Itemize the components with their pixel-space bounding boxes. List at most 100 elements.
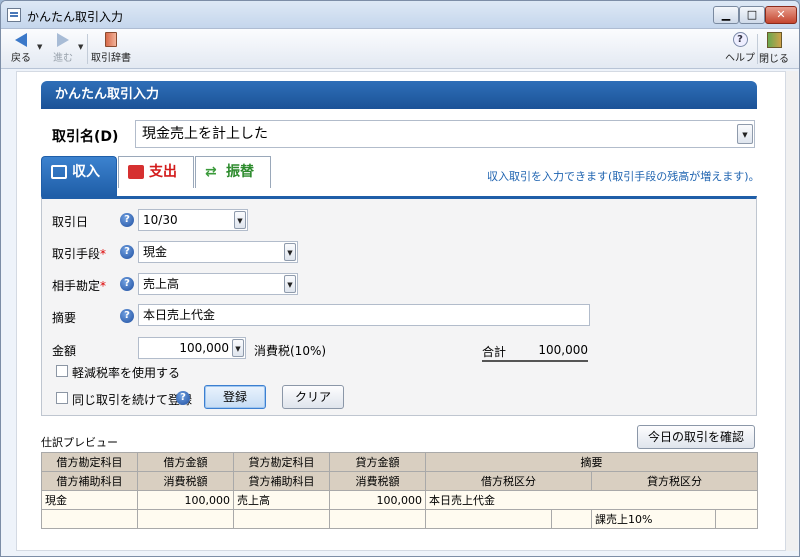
forward-button[interactable]: 進む (49, 32, 77, 64)
close-window-button[interactable]: ✕ (765, 6, 797, 24)
help-label: ヘルプ (725, 53, 755, 64)
total-value: 100,000 (538, 343, 588, 357)
transaction-name-label: 取引名(D) (52, 129, 119, 145)
help-button[interactable]: ? ヘルプ (725, 32, 755, 64)
expense-icon (128, 165, 144, 179)
tab-transfer-label: 振替 (226, 164, 254, 180)
tab-expense-label: 支出 (149, 164, 177, 180)
repeat-checkbox[interactable] (56, 392, 68, 404)
table-cell (137, 509, 234, 529)
main-content: かんたん取引入力 取引名(D) 現金売上を計上した ▼ 収入 支出 ⇄ 振替 収… (16, 71, 786, 551)
repeat-label: 同じ取引を続けて登録 (72, 393, 193, 407)
vertical-scrollbar[interactable] (786, 71, 798, 551)
date-label: 取引日 (52, 215, 89, 229)
reduced-tax-label: 軽減税率を使用する (72, 366, 181, 380)
back-label: 戻る (11, 53, 31, 64)
counter-account-select[interactable]: 売上高 ▼ (138, 273, 298, 295)
table-header-cell: 借方金額 (137, 452, 234, 472)
maximize-button[interactable]: □ (739, 6, 765, 24)
chevron-down-icon[interactable]: ▼ (737, 124, 753, 144)
chevron-down-icon[interactable]: ▼ (284, 275, 296, 293)
transaction-name-value: 現金売上を計上した (142, 126, 268, 142)
title-bar: かんたん取引入力 ▁ □ ✕ (1, 1, 799, 29)
table-row[interactable]: 現金 100,000 売上高 100,000 本日売上代金 (41, 490, 758, 510)
chevron-down-icon[interactable]: ▼ (234, 211, 246, 229)
back-button[interactable]: 戻る (7, 32, 35, 64)
memo-input[interactable]: 本日売上代金 (138, 304, 590, 326)
help-question-icon[interactable]: ? (120, 245, 134, 259)
forward-dropdown-icon[interactable]: ▼ (78, 43, 83, 51)
counter-account-label: 相手勘定* (52, 279, 107, 293)
clear-button[interactable]: クリア (282, 385, 344, 409)
method-label: 取引手段* (52, 247, 107, 261)
table-cell (715, 509, 758, 529)
table-row[interactable]: 課売上10% (41, 509, 758, 529)
tab-transfer[interactable]: ⇄ 振替 (195, 156, 271, 188)
back-dropdown-icon[interactable]: ▼ (37, 43, 42, 51)
page-title: かんたん取引入力 (41, 81, 757, 109)
help-question-icon[interactable]: ? (120, 213, 134, 227)
income-form-panel: 取引日 ? 10/30 ▼ 取引手段* ? 現金 ▼ 相手勘定* ? 売上高 ▼… (41, 196, 757, 416)
back-arrow-icon (15, 33, 27, 47)
minimize-button[interactable]: ▁ (713, 6, 739, 24)
tab-income[interactable]: 収入 (41, 156, 117, 196)
table-header-row: 借方補助科目 消費税額 貸方補助科目 消費税額 借方税区分 貸方税区分 (41, 471, 758, 491)
chevron-down-icon[interactable]: ▼ (232, 339, 244, 357)
tax-label: 消費税(10%) (254, 344, 327, 358)
table-cell: 現金 (41, 490, 138, 510)
table-cell (551, 509, 592, 529)
check-today-button[interactable]: 今日の取引を確認 (637, 425, 755, 449)
table-header-cell: 消費税額 (137, 471, 234, 491)
table-header-cell: 貸方補助科目 (233, 471, 330, 491)
exit-label: 閉じる (759, 54, 789, 65)
table-header-row: 借方勘定科目 借方金額 貸方勘定科目 貸方金額 摘要 (41, 452, 758, 472)
date-value: 10/30 (143, 213, 178, 227)
memo-value: 本日売上代金 (143, 308, 216, 322)
table-cell (233, 509, 330, 529)
table-cell: 課売上10% (591, 509, 716, 529)
forward-label: 進む (53, 53, 73, 64)
preview-label: 仕訳プレビュー (41, 436, 118, 449)
app-window: かんたん取引入力 ▁ □ ✕ 戻る ▼ 進む ▼ 取引辞書 ? ヘルプ 閉じる (0, 0, 800, 557)
total-display: 合計 100,000 (482, 343, 588, 362)
table-header-cell: 消費税額 (329, 471, 426, 491)
amount-value: 100,000 (179, 341, 229, 355)
amount-label: 金額 (52, 344, 77, 358)
table-header-cell: 摘要 (425, 452, 758, 472)
table-header-cell: 貸方勘定科目 (233, 452, 330, 472)
chevron-down-icon[interactable]: ▼ (284, 243, 296, 261)
transfer-icon: ⇄ (205, 164, 217, 180)
exit-button[interactable]: 閉じる (759, 32, 789, 65)
table-cell: 100,000 (329, 490, 426, 510)
table-cell (41, 509, 138, 529)
table-cell (329, 509, 426, 529)
dictionary-book-icon (105, 32, 117, 47)
table-cell: 本日売上代金 (425, 490, 758, 510)
amount-input[interactable]: 100,000 ▼ (138, 337, 246, 359)
table-cell (425, 509, 552, 529)
tab-expense[interactable]: 支出 (118, 156, 194, 188)
dictionary-button[interactable]: 取引辞書 (91, 32, 131, 64)
date-field[interactable]: 10/30 ▼ (138, 209, 248, 231)
tab-hint: 収入取引を入力できます(取引手段の残高が増えます)。 (487, 170, 760, 183)
table-header-cell: 借方補助科目 (41, 471, 138, 491)
toolbar-separator (757, 34, 758, 64)
income-icon (51, 165, 67, 179)
table-header-cell: 貸方金額 (329, 452, 426, 472)
transaction-name-combo[interactable]: 現金売上を計上した ▼ (135, 120, 755, 148)
reduced-tax-checkbox[interactable] (56, 365, 68, 377)
table-header-cell: 借方勘定科目 (41, 452, 138, 472)
table-cell: 売上高 (233, 490, 330, 510)
tab-income-label: 収入 (72, 164, 100, 180)
help-question-icon[interactable]: ? (120, 277, 134, 291)
register-button[interactable]: 登録 (204, 385, 266, 409)
app-icon (7, 8, 21, 22)
method-select[interactable]: 現金 ▼ (138, 241, 298, 263)
table-header-cell: 貸方税区分 (591, 471, 758, 491)
counter-account-value: 売上高 (143, 277, 180, 291)
method-value: 現金 (143, 245, 168, 259)
memo-label: 摘要 (52, 311, 77, 325)
help-question-icon[interactable]: ? (176, 391, 190, 405)
toolbar-separator (87, 34, 88, 64)
help-question-icon[interactable]: ? (120, 309, 134, 323)
